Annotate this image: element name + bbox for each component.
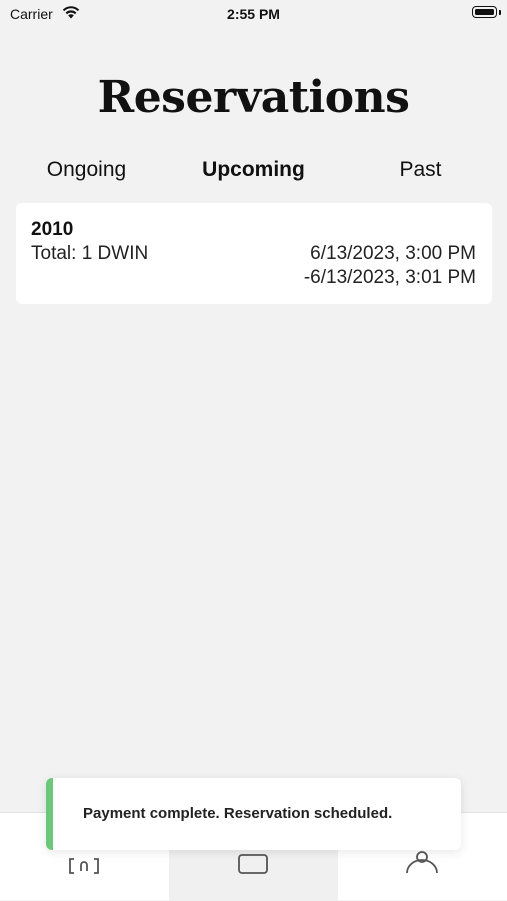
scan-icon (69, 858, 99, 874)
status-bar: Carrier 2:55 PM (0, 0, 507, 30)
reservation-id: 2010 (31, 219, 74, 240)
tab-past[interactable]: Past (336, 158, 505, 182)
page-title: Reservations (97, 72, 410, 123)
toast-message: Payment complete. Reservation scheduled. (83, 805, 393, 822)
tab-upcoming[interactable]: Upcoming (169, 158, 338, 182)
tab-ongoing[interactable]: Ongoing (2, 158, 171, 182)
payment-toast[interactable]: Payment complete. Reservation scheduled. (46, 778, 461, 850)
reservations-icon (238, 854, 268, 874)
reservation-start-time: 6/13/2023, 3:00 PM (310, 243, 476, 264)
reservation-total: Total: 1 DWIN (31, 243, 149, 264)
toast-accent-bar (46, 778, 53, 850)
reservation-end-time: -6/13/2023, 3:01 PM (303, 267, 476, 288)
status-time: 2:55 PM (227, 6, 280, 22)
battery-icon (472, 6, 497, 18)
reservation-card[interactable]: 2010 Total: 1 DWIN 6/13/2023, 3:00 PM -6… (16, 203, 492, 304)
reservation-tabs: Ongoing Upcoming Past (0, 158, 507, 190)
profile-icon (406, 851, 438, 874)
battery-cap (499, 10, 501, 15)
